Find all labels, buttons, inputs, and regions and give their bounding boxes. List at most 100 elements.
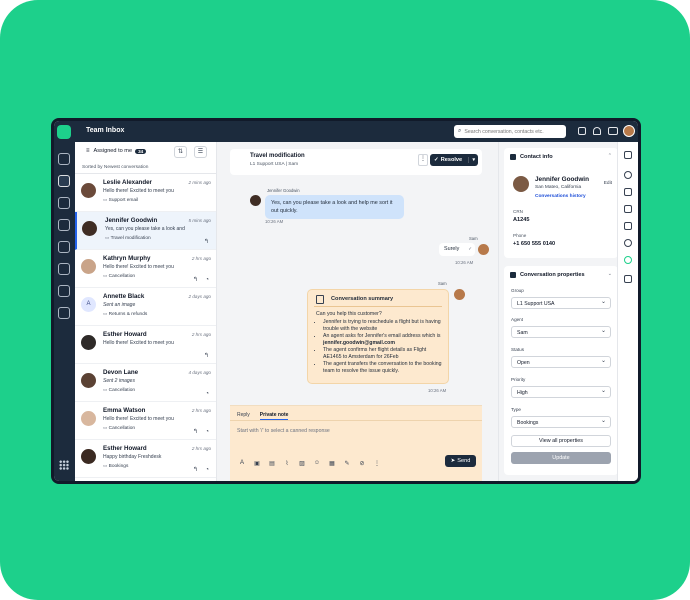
filter-button[interactable]: ☰ [194, 146, 207, 158]
type-label: Type [511, 407, 521, 412]
global-search[interactable]: ⌕ [454, 125, 566, 138]
reports-icon[interactable] [58, 263, 70, 275]
outgoing-message: Surely ✓ [439, 243, 475, 256]
app-window: Team Inbox ⌕ ≡ Assigned to me 34 ⇅ ☰ Sor… [51, 118, 641, 484]
inbox-icon[interactable] [58, 175, 70, 187]
apps-grid-icon[interactable] [59, 460, 69, 470]
group-select[interactable]: L1 Support USA [511, 297, 611, 309]
emoji-icon[interactable]: ☺ [313, 460, 321, 467]
sort-label: Sorted by Newest conversation [75, 162, 216, 174]
user-avatar[interactable] [623, 125, 635, 137]
summary-bullet: The agent confirms her flight details as… [323, 347, 442, 361]
list-item[interactable]: A Annette Black 2 days ago Sent an image… [75, 288, 216, 326]
chat-icon[interactable] [624, 188, 632, 196]
sender-avatar [250, 195, 261, 206]
summary-bullet: Jennifer is trying to reschedule a fligh… [323, 319, 442, 333]
list-item[interactable]: Kathryn Murphy 2 hrs ago Hello there! Ex… [75, 250, 216, 288]
timestamp: 2 mins ago [188, 180, 211, 185]
details-sidebar: Contact info ⌃ Jennifer Goodwin San Mate… [498, 142, 623, 481]
timestamp: 2 hrs ago [191, 446, 211, 451]
list-item[interactable]: Emma Watson 2 hrs ago Hello there! Excit… [75, 402, 216, 440]
chevron-up-icon[interactable]: ⌃ [608, 153, 612, 159]
tab-reply[interactable]: Reply [237, 412, 250, 420]
list-item[interactable]: Esther Howard 2 hrs ago Happy birthday F… [75, 440, 216, 478]
list-item[interactable]: Devon Lane 4 days ago Sent 2 images Canc… [75, 364, 216, 402]
calendar-icon[interactable]: ▦ [328, 460, 336, 467]
status-select[interactable]: Open [511, 356, 611, 368]
reply-icon: ↰ [203, 353, 209, 359]
conversation-subtitle: L1 Support USA | Sam [250, 162, 299, 167]
composer-toolbar: A ▣ ▤ ⌇ ▨ ☺ ▦ ✎ ⊘ ⋮ [238, 460, 381, 467]
bell-icon[interactable] [593, 127, 601, 135]
timestamp: 2 hrs ago [191, 408, 211, 413]
status-icon[interactable] [608, 127, 618, 135]
chevron-down-icon[interactable]: ⌄ [608, 271, 612, 277]
list-header: ≡ Assigned to me 34 ⇅ ☰ [75, 142, 216, 160]
contact-info-title: Contact info [520, 154, 553, 160]
update-button[interactable]: Update [511, 452, 611, 464]
crn-value: A1245 [513, 217, 530, 223]
chevron-down-icon[interactable]: ▾ [468, 157, 478, 163]
contact-panel-icon[interactable] [624, 151, 632, 159]
avatar [81, 411, 96, 426]
tickets-icon[interactable] [624, 222, 632, 230]
type-select[interactable]: Bookings [511, 416, 611, 428]
message-preview: Hello there! Excited to meet you [103, 264, 174, 270]
more-icon[interactable]: ⋮ [373, 460, 381, 467]
profile-icon[interactable] [624, 171, 632, 179]
list-item[interactable]: Esther Howard 2 hrs ago Hello there! Exc… [75, 326, 216, 364]
sender-name: Sam [438, 281, 447, 286]
customize-icon[interactable] [624, 275, 632, 283]
conversations-history-link[interactable]: Conversations history [535, 194, 586, 199]
integration-icon[interactable] [624, 256, 632, 264]
sender-name: Jennifer Goodwin [267, 188, 300, 193]
list-item-selected[interactable]: Jennifer Goodwin 5 mins ago Yes, can you… [75, 212, 216, 250]
attachment-icon[interactable]: ⌇ [283, 460, 291, 467]
gift-icon[interactable] [578, 127, 586, 135]
dashboard-icon[interactable] [58, 153, 70, 165]
image-icon[interactable]: ▨ [298, 460, 306, 467]
avatar [81, 183, 96, 198]
properties-header[interactable]: Conversation properties ⌄ [504, 266, 618, 284]
app-logo [57, 125, 71, 139]
tab-private-note[interactable]: Private note [259, 412, 289, 420]
check-icon: ✓ [434, 157, 439, 163]
timestamp: 5 mins ago [188, 218, 211, 223]
user-icon[interactable] [624, 239, 632, 247]
campaigns-icon[interactable] [58, 285, 70, 297]
search-input[interactable] [464, 128, 561, 135]
send-button[interactable]: ➤ Send [445, 455, 476, 467]
menu-icon[interactable]: ≡ [86, 148, 90, 154]
contact-info-header[interactable]: Contact info ⌃ [504, 148, 618, 164]
composer-input[interactable]: Start with '/' to select a canned respon… [230, 421, 482, 441]
article-icon[interactable]: ▤ [268, 460, 276, 467]
list-item[interactable]: Leslie Alexander 2 mins ago Hello there!… [75, 174, 216, 212]
crn-label: CRN [513, 209, 523, 214]
conversation-header: Travel modification L1 Support USA | Sam… [230, 149, 482, 175]
message-preview: Yes, can you please take a look and [105, 226, 185, 232]
list-filter[interactable]: Assigned to me [94, 148, 133, 154]
message-time: 10:26 AM [455, 260, 474, 265]
priority-select[interactable]: High [511, 386, 611, 398]
search-icon: ⌕ [458, 128, 462, 134]
notes-icon[interactable] [624, 205, 632, 213]
avatar [81, 373, 96, 388]
edit-contact-link[interactable]: Edit [604, 181, 612, 186]
message-text: Surely [444, 246, 460, 252]
monitor-icon[interactable] [58, 219, 70, 231]
delete-icon[interactable]: ⊘ [358, 460, 366, 467]
sort-button[interactable]: ⇅ [174, 146, 187, 158]
count-badge: 34 [135, 148, 147, 154]
agent-select[interactable]: Sam [511, 326, 611, 338]
view-all-properties-button[interactable]: View all properties [511, 435, 611, 447]
canned-response-icon[interactable]: ▣ [253, 460, 261, 467]
resolve-button[interactable]: ✓ Resolve ▾ [430, 154, 478, 166]
knowledge-base-icon[interactable] [58, 241, 70, 253]
settings-icon[interactable] [58, 307, 70, 319]
reply-icon: ↰ [203, 239, 209, 245]
avatar [81, 449, 96, 464]
contacts-icon[interactable] [58, 197, 70, 209]
text-format-icon[interactable]: A [238, 460, 246, 467]
more-options-button[interactable]: ⋮ [418, 154, 428, 166]
signature-icon[interactable]: ✎ [343, 460, 351, 467]
